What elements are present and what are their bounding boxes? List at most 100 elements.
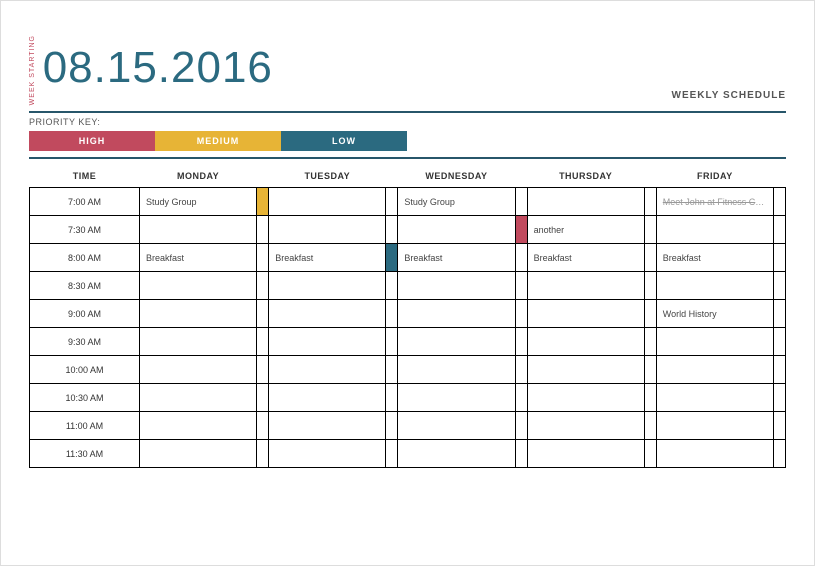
- cell-thu[interactable]: another: [527, 216, 644, 244]
- priority-chip-cell[interactable]: [774, 440, 786, 468]
- cell-wed[interactable]: Breakfast: [398, 244, 515, 272]
- priority-chip-cell[interactable]: [515, 384, 527, 412]
- cell-thu[interactable]: [527, 356, 644, 384]
- cell-tue[interactable]: [269, 188, 386, 216]
- cell-mon[interactable]: [140, 356, 257, 384]
- cell-tue[interactable]: [269, 412, 386, 440]
- priority-chip-cell[interactable]: [386, 440, 398, 468]
- cell-wed[interactable]: [398, 272, 515, 300]
- priority-chip-cell[interactable]: [257, 384, 269, 412]
- priority-chip-cell[interactable]: [386, 328, 398, 356]
- priority-chip-cell[interactable]: [774, 328, 786, 356]
- priority-chip-cell[interactable]: [644, 216, 656, 244]
- cell-tue[interactable]: [269, 328, 386, 356]
- cell-wed[interactable]: Study Group: [398, 188, 515, 216]
- cell-fri[interactable]: [656, 272, 773, 300]
- priority-chip-cell[interactable]: [386, 188, 398, 216]
- cell-mon[interactable]: [140, 272, 257, 300]
- cell-mon[interactable]: [140, 384, 257, 412]
- priority-chip-cell[interactable]: [257, 272, 269, 300]
- cell-tue[interactable]: [269, 356, 386, 384]
- priority-chip-cell[interactable]: [257, 188, 269, 216]
- priority-chip-cell[interactable]: [644, 356, 656, 384]
- priority-chip-cell[interactable]: [386, 216, 398, 244]
- priority-chip-cell[interactable]: [644, 328, 656, 356]
- priority-chip-cell[interactable]: [515, 300, 527, 328]
- cell-fri[interactable]: [656, 216, 773, 244]
- cell-wed[interactable]: [398, 328, 515, 356]
- priority-chip-cell[interactable]: [386, 356, 398, 384]
- priority-chip-cell[interactable]: [644, 244, 656, 272]
- priority-chip-cell[interactable]: [257, 328, 269, 356]
- cell-tue[interactable]: [269, 216, 386, 244]
- priority-chip-cell[interactable]: [257, 440, 269, 468]
- priority-chip-cell[interactable]: [774, 384, 786, 412]
- priority-chip-cell[interactable]: [515, 356, 527, 384]
- cell-tue[interactable]: Breakfast: [269, 244, 386, 272]
- cell-wed[interactable]: [398, 412, 515, 440]
- cell-thu[interactable]: Breakfast: [527, 244, 644, 272]
- cell-mon[interactable]: [140, 300, 257, 328]
- cell-fri[interactable]: Breakfast: [656, 244, 773, 272]
- cell-thu[interactable]: [527, 300, 644, 328]
- cell-wed[interactable]: [398, 440, 515, 468]
- cell-fri[interactable]: Meet John at Fitness Center: [656, 188, 773, 216]
- priority-chip-cell[interactable]: [386, 384, 398, 412]
- cell-mon[interactable]: [140, 412, 257, 440]
- priority-chip-cell[interactable]: [257, 356, 269, 384]
- cell-mon[interactable]: Study Group: [140, 188, 257, 216]
- cell-tue[interactable]: [269, 440, 386, 468]
- priority-chip-cell[interactable]: [515, 244, 527, 272]
- priority-chip-cell[interactable]: [644, 384, 656, 412]
- cell-tue[interactable]: [269, 384, 386, 412]
- priority-chip-cell[interactable]: [644, 412, 656, 440]
- cell-mon[interactable]: [140, 216, 257, 244]
- priority-chip-cell[interactable]: [515, 216, 527, 244]
- priority-chip-cell[interactable]: [515, 328, 527, 356]
- priority-chip-cell[interactable]: [257, 300, 269, 328]
- cell-fri[interactable]: World History: [656, 300, 773, 328]
- cell-thu[interactable]: [527, 440, 644, 468]
- priority-chip-cell[interactable]: [257, 216, 269, 244]
- priority-chip-cell[interactable]: [515, 188, 527, 216]
- cell-wed[interactable]: [398, 216, 515, 244]
- cell-thu[interactable]: [527, 328, 644, 356]
- priority-chip-cell[interactable]: [774, 412, 786, 440]
- cell-tue[interactable]: [269, 272, 386, 300]
- cell-thu[interactable]: [527, 412, 644, 440]
- priority-chip-cell[interactable]: [386, 300, 398, 328]
- cell-fri[interactable]: [656, 440, 773, 468]
- cell-fri[interactable]: [656, 328, 773, 356]
- cell-fri[interactable]: [656, 356, 773, 384]
- priority-chip-cell[interactable]: [774, 244, 786, 272]
- cell-mon[interactable]: [140, 328, 257, 356]
- cell-fri[interactable]: [656, 412, 773, 440]
- cell-thu[interactable]: [527, 188, 644, 216]
- priority-chip-cell[interactable]: [257, 244, 269, 272]
- cell-fri[interactable]: [656, 384, 773, 412]
- priority-chip-cell[interactable]: [515, 440, 527, 468]
- priority-chip-cell[interactable]: [644, 440, 656, 468]
- priority-chip-cell[interactable]: [386, 272, 398, 300]
- priority-chip-cell[interactable]: [257, 412, 269, 440]
- cell-mon[interactable]: Breakfast: [140, 244, 257, 272]
- cell-tue[interactable]: [269, 300, 386, 328]
- priority-chip-cell[interactable]: [644, 300, 656, 328]
- cell-wed[interactable]: [398, 384, 515, 412]
- cell-wed[interactable]: [398, 300, 515, 328]
- priority-chip-cell[interactable]: [774, 188, 786, 216]
- priority-chip-cell[interactable]: [774, 272, 786, 300]
- cell-wed[interactable]: [398, 356, 515, 384]
- priority-chip-cell[interactable]: [386, 412, 398, 440]
- cell-mon[interactable]: [140, 440, 257, 468]
- priority-chip-cell[interactable]: [774, 356, 786, 384]
- priority-chip-cell[interactable]: [515, 272, 527, 300]
- priority-chip-cell[interactable]: [644, 272, 656, 300]
- priority-chip-cell[interactable]: [644, 188, 656, 216]
- cell-thu[interactable]: [527, 272, 644, 300]
- priority-chip-cell[interactable]: [774, 300, 786, 328]
- priority-chip-cell[interactable]: [774, 216, 786, 244]
- priority-chip-cell[interactable]: [515, 412, 527, 440]
- cell-thu[interactable]: [527, 384, 644, 412]
- priority-chip-cell[interactable]: [386, 244, 398, 272]
